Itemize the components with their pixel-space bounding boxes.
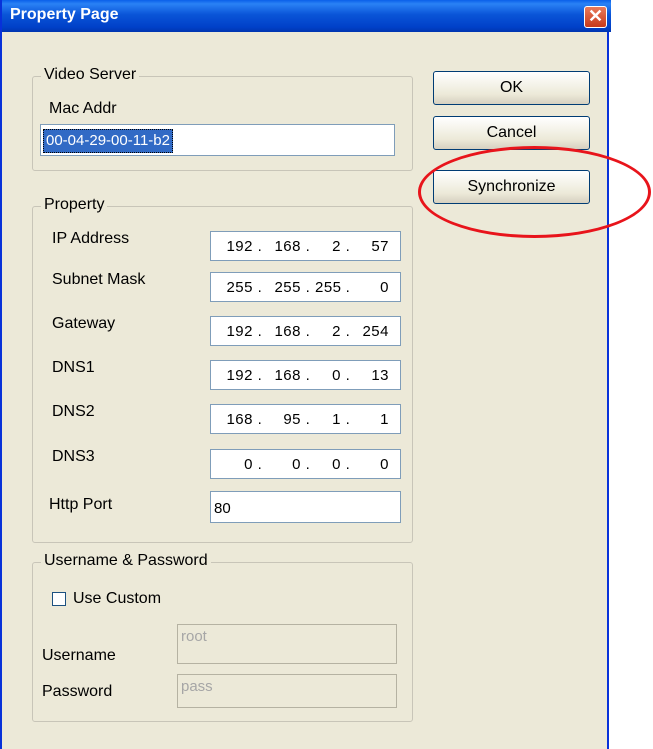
ip-separator: . (305, 278, 311, 296)
ip-octet: 0 (244, 455, 253, 473)
mac-addr-field[interactable]: 00-04-29-00-11-b2 (40, 124, 395, 156)
http-port-label: Http Port (49, 496, 113, 513)
ip-octet: 168 (274, 322, 301, 340)
ip-separator: . (257, 410, 263, 428)
password-label: Password (42, 683, 113, 700)
ip-separator: . (257, 322, 263, 340)
ip-separator: . (345, 322, 351, 340)
property-field-label: DNS1 (52, 359, 95, 376)
ip-separator: . (345, 237, 351, 255)
ip-octet: 168 (226, 410, 253, 428)
ip-octet: 254 (362, 322, 389, 340)
ip-separator: . (305, 410, 311, 428)
close-icon[interactable]: ✕ (584, 6, 607, 28)
mac-addr-label: Mac Addr (49, 100, 117, 117)
mac-addr-value: 00-04-29-00-11-b2 (43, 129, 173, 153)
ip-octet: 192 (226, 322, 253, 340)
ip-separator: . (305, 237, 311, 255)
ip-address-field[interactable]: 192. 168. 0. 13 (210, 360, 401, 390)
ip-octet: 13 (371, 366, 389, 384)
ip-separator: . (257, 278, 263, 296)
ip-octet: 168 (274, 237, 301, 255)
ip-separator: . (305, 322, 311, 340)
username-field: root (177, 624, 397, 664)
username-value: root (181, 628, 207, 645)
username-label: Username (42, 647, 116, 664)
http-port-field[interactable]: 80 (210, 491, 401, 523)
ip-address-field[interactable]: 255. 255. 255. 0 (210, 272, 401, 302)
password-field: pass (177, 674, 397, 708)
ip-separator: . (305, 455, 311, 473)
credentials-legend: Username & Password (41, 552, 211, 570)
property-field-label: DNS2 (52, 403, 95, 420)
ip-octet: 0 (332, 366, 341, 384)
ip-separator: . (345, 278, 351, 296)
ip-separator: . (345, 366, 351, 384)
property-field-label: DNS3 (52, 448, 95, 465)
property-legend: Property (41, 196, 108, 214)
ip-octet: 0 (380, 455, 389, 473)
ip-address-field[interactable]: 192. 168. 2. 254 (210, 316, 401, 346)
ip-octet: 192 (226, 366, 253, 384)
ip-octet: 255 (315, 278, 342, 296)
ip-octet: 1 (332, 410, 341, 428)
ok-button[interactable]: OK (433, 71, 590, 105)
window-title: Property Page (10, 6, 119, 23)
use-custom-checkbox[interactable] (52, 592, 66, 606)
ip-octet: 0 (380, 278, 389, 296)
ip-address-field[interactable]: 168. 95. 1. 1 (210, 404, 401, 434)
ip-octet: 57 (371, 237, 389, 255)
ip-octet: 2 (332, 237, 341, 255)
ip-address-field[interactable]: 192. 168. 2. 57 (210, 231, 401, 261)
property-field-label: IP Address (52, 230, 130, 247)
property-field-label: Gateway (52, 315, 116, 332)
ip-octet: 95 (283, 410, 301, 428)
property-field-label: Subnet Mask (52, 271, 146, 288)
title-bar[interactable]: Property Page ✕ (2, 0, 611, 32)
password-value: pass (181, 678, 213, 695)
property-dialog: Property Page ✕ Video Server Mac Addr 00… (0, 0, 611, 749)
ip-separator: . (257, 237, 263, 255)
ip-octet: 0 (332, 455, 341, 473)
ip-separator: . (305, 366, 311, 384)
ip-octet: 168 (274, 366, 301, 384)
ip-octet: 0 (292, 455, 301, 473)
ip-octet: 255 (226, 278, 253, 296)
ip-separator: . (257, 455, 263, 473)
http-port-value: 80 (214, 500, 231, 517)
ip-octet: 255 (274, 278, 301, 296)
ip-separator: . (345, 455, 351, 473)
cancel-button[interactable]: Cancel (433, 116, 590, 150)
ip-separator: . (345, 410, 351, 428)
highlight-ellipse (418, 146, 651, 238)
ip-separator: . (257, 366, 263, 384)
ip-octet: 1 (380, 410, 389, 428)
ip-octet: 192 (226, 237, 253, 255)
use-custom-label[interactable]: Use Custom (73, 590, 161, 608)
ip-octet: 2 (332, 322, 341, 340)
video-server-legend: Video Server (41, 66, 140, 84)
ip-address-field[interactable]: 0.0.0.0 (210, 449, 401, 479)
